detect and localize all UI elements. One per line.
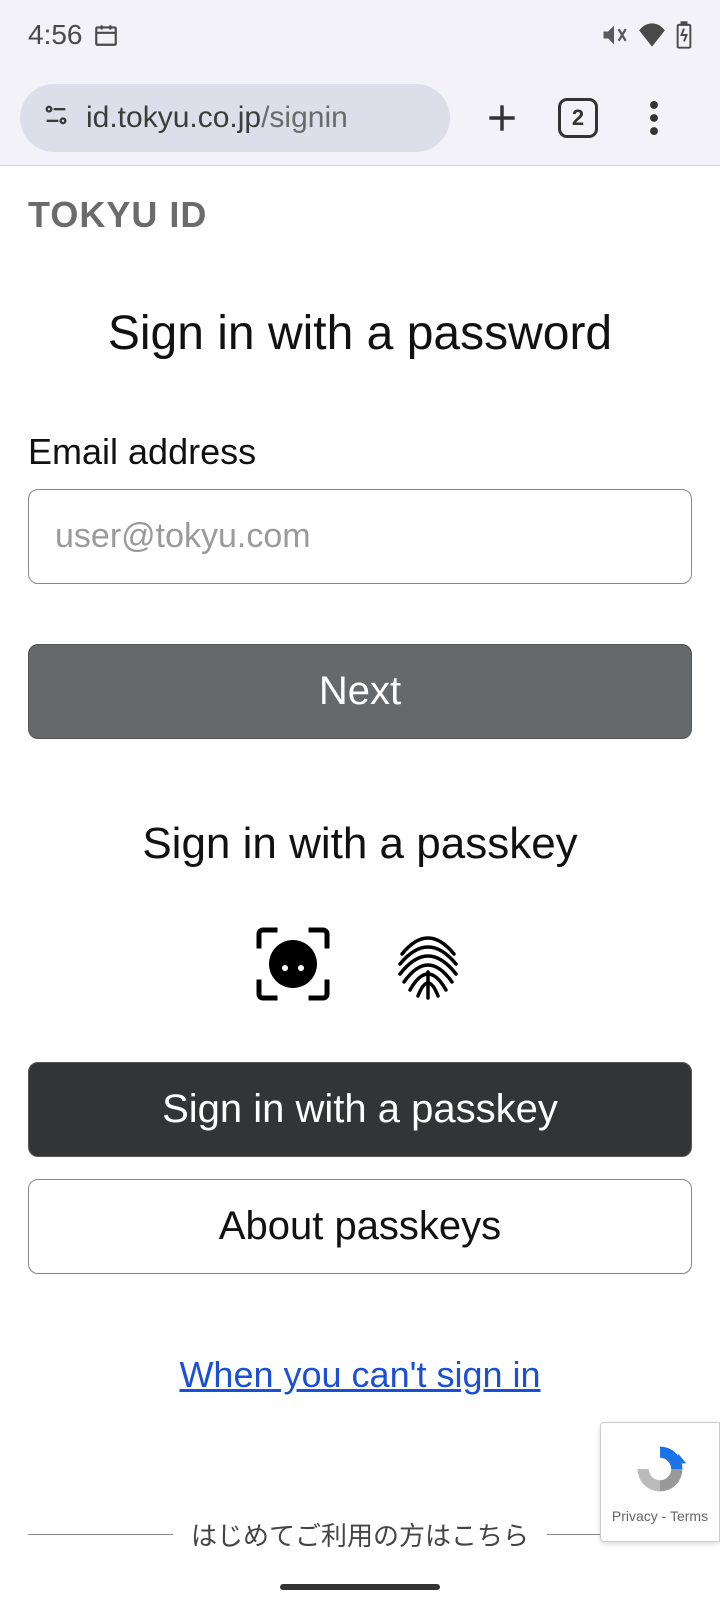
browser-toolbar: id.tokyu.co.jp/signin 2 [0,70,720,165]
new-tab-button[interactable] [478,94,526,142]
status-bar: 4:56 [0,0,720,70]
first-time-divider: はじめてご利用の方はこちら [28,1516,692,1553]
brand-logo: TOKYU ID [0,166,720,236]
next-button[interactable]: Next [28,644,692,739]
url-host: id.tokyu.co.jp [86,101,261,134]
signin-passkey-button[interactable]: Sign in with a passkey [28,1062,692,1157]
url-path: /signin [261,101,348,134]
recaptcha-icon [632,1441,688,1502]
divider-line [28,1534,173,1535]
status-left: 4:56 [28,19,119,51]
passkey-icons [28,924,692,1004]
email-label: Email address [28,431,692,473]
signin-password-heading: Sign in with a password [28,306,692,361]
cant-signin-link[interactable]: When you can't sign in [28,1354,692,1396]
first-time-text: はじめてご利用の方はこちら [191,1516,529,1553]
face-id-icon [253,924,333,1004]
fingerprint-icon [388,924,468,1004]
signin-passkey-heading: Sign in with a passkey [28,819,692,869]
overflow-menu-button[interactable] [630,94,678,142]
mute-icon [600,21,628,49]
recaptcha-links[interactable]: Privacy - Terms [612,1508,708,1524]
battery-charging-icon [676,21,692,49]
status-right [600,21,692,49]
tabs-button[interactable]: 2 [554,94,602,142]
address-bar[interactable]: id.tokyu.co.jp/signin [20,84,450,152]
url-text: id.tokyu.co.jp/signin [86,101,348,135]
page-content: TOKYU ID Sign in with a password Email a… [0,165,720,1600]
calendar-icon [93,22,119,48]
wifi-icon [638,23,666,47]
about-passkeys-button[interactable]: About passkeys [28,1179,692,1274]
recaptcha-badge[interactable]: Privacy - Terms [600,1422,720,1542]
site-settings-icon[interactable] [42,101,70,134]
gesture-handle[interactable] [280,1584,440,1590]
tab-count: 2 [558,98,598,138]
email-field[interactable] [28,489,692,584]
clock: 4:56 [28,19,83,51]
